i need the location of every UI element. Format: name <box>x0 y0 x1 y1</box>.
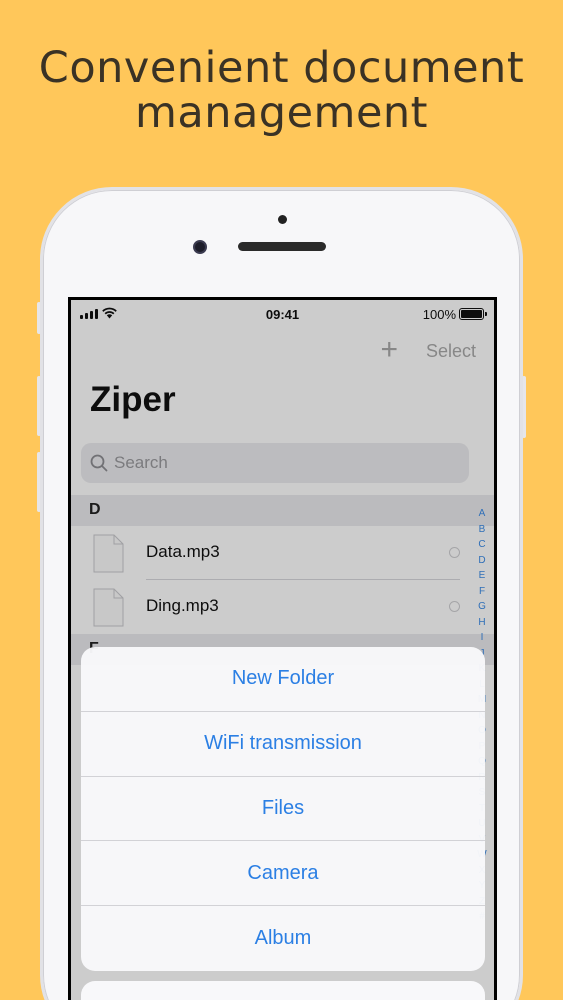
album-action[interactable]: Album <box>81 906 485 971</box>
headline: Convenient document management <box>0 46 563 136</box>
app-screen: 09:41 100% + Select Ziper Search D Data.… <box>71 300 494 1000</box>
earpiece-speaker <box>238 242 326 251</box>
wifi-transmission-action[interactable]: WiFi transmission <box>81 712 485 777</box>
proximity-sensor <box>278 215 287 224</box>
phone-screen: 09:41 100% + Select Ziper Search D Data.… <box>68 297 497 1000</box>
files-action[interactable]: Files <box>81 777 485 842</box>
cancel-button[interactable] <box>81 981 485 1000</box>
headline-line-2: management <box>134 88 429 138</box>
camera-action[interactable]: Camera <box>81 841 485 907</box>
front-camera <box>193 240 207 254</box>
headline-line-1: Convenient document <box>38 43 525 93</box>
action-sheet: New Folder WiFi transmission Files Camer… <box>81 647 485 971</box>
new-folder-action[interactable]: New Folder <box>81 647 485 712</box>
